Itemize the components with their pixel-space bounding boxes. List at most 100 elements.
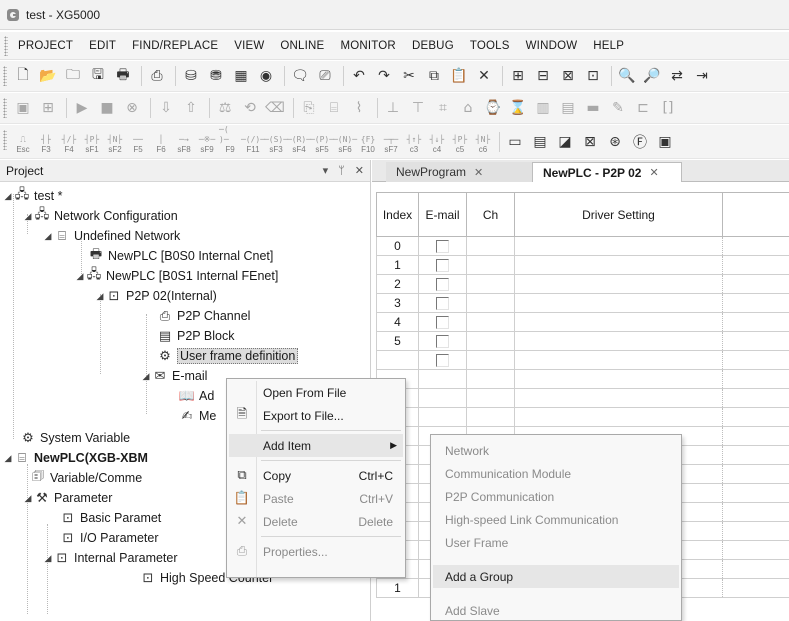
expand-arrow-icon[interactable]: ◢	[94, 291, 106, 302]
email-checkbox[interactable]	[436, 316, 449, 330]
close-project-icon[interactable]: 🗀	[62, 65, 84, 87]
fkey-f4[interactable]: ┤/├ F4	[58, 129, 80, 155]
submenu-item-p2p-communication[interactable]: P2P Communication	[433, 485, 679, 508]
view-icon-3[interactable]: ◪	[554, 131, 576, 153]
ladder-view-icon[interactable]: ⊥	[382, 97, 404, 119]
toolbar-grip[interactable]	[3, 66, 7, 86]
menu-item-delete[interactable]: ✕ Delete Delete	[229, 510, 403, 533]
tree-item-message[interactable]: ✍ Me	[179, 406, 217, 426]
menu-monitor[interactable]: MONITOR	[340, 40, 396, 52]
insert-column-icon[interactable]: ⊠	[557, 65, 579, 87]
cut-icon[interactable]: ✂	[398, 65, 420, 87]
save-icon[interactable]: 🖫	[87, 65, 109, 87]
menu-item-add-item[interactable]: Add Item ▶	[229, 434, 403, 457]
read-icon[interactable]: ⇩	[155, 97, 177, 119]
fkey-c4[interactable]: ┤↓├ c4	[426, 129, 448, 155]
menu-item-properties[interactable]: ⎙ Properties...	[229, 540, 403, 563]
driver-setting-cell[interactable]	[514, 255, 723, 275]
find-next-icon[interactable]: 🔎	[641, 65, 663, 87]
plc-icon[interactable]: ▦	[230, 65, 252, 87]
timer-icon[interactable]: ⌚	[482, 97, 504, 119]
device-view-icon[interactable]: ⊞	[37, 97, 59, 119]
driver-setting-cell[interactable]	[514, 312, 723, 332]
channel-cell[interactable]	[466, 274, 515, 294]
tree-item-fenet[interactable]: ◢ 🖧 NewPLC [B0S1 Internal FEnet]	[74, 266, 279, 286]
channel-cell[interactable]	[466, 369, 515, 389]
tab-newplc-p2p02[interactable]: NewPLC - P2P 02 ✕	[532, 162, 682, 182]
tree-item-io-parameter[interactable]: ⊡ I/O Parameter	[60, 528, 159, 548]
delete-icon[interactable]: ✕	[473, 65, 495, 87]
tab-close-icon[interactable]: ✕	[649, 166, 658, 179]
pause-mode-icon[interactable]: ⊗	[121, 97, 143, 119]
expand-arrow-icon[interactable]: ◢	[140, 371, 152, 382]
system-monitor-icon[interactable]: ⌸	[323, 97, 345, 119]
copy-icon[interactable]: ⧉	[423, 65, 445, 87]
tree-item-p2p-block[interactable]: ▤ P2P Block	[157, 326, 235, 346]
extra-cell[interactable]	[722, 293, 789, 313]
toolbar-grip[interactable]	[3, 98, 7, 118]
variable-view-icon[interactable]: ▣	[12, 97, 34, 119]
trend-monitor-icon[interactable]: ⌇	[348, 97, 370, 119]
email-checkbox[interactable]	[436, 278, 449, 292]
open-project-icon[interactable]: 📂	[37, 65, 59, 87]
menu-item-export-to-file[interactable]: 🗎 Export to File...	[229, 404, 403, 427]
submenu-item-high-speed-link[interactable]: High-speed Link Communication	[433, 508, 679, 531]
extra-cell[interactable]	[722, 369, 789, 389]
view-icon-1[interactable]: ▭	[504, 131, 526, 153]
channel-cell[interactable]	[466, 331, 515, 351]
tree-item-system-variable[interactable]: ⚙ System Variable	[20, 428, 130, 448]
menu-item-copy[interactable]: ⧉ Copy Ctrl+C	[229, 464, 403, 487]
submenu-item-network[interactable]: Network	[433, 439, 679, 462]
comment-icon[interactable]: 🗨	[289, 65, 311, 87]
stop-mode-icon[interactable]: ■	[96, 97, 118, 119]
channel-cell[interactable]	[466, 236, 515, 256]
tree-item-network-configuration[interactable]: ◢ 🖧 Network Configuration	[22, 206, 178, 226]
graph-icon[interactable]: ▤	[557, 97, 579, 119]
extra-cell[interactable]	[722, 464, 789, 484]
channel-cell[interactable]	[466, 293, 515, 313]
io-info-icon[interactable]: ⎘	[298, 97, 320, 119]
fkey-c6[interactable]: ┤N├ c6	[472, 129, 494, 155]
write-icon[interactable]: ⇧	[180, 97, 202, 119]
menu-view[interactable]: VIEW	[234, 40, 264, 52]
fkey-sf9[interactable]: ─※─ sF9	[196, 129, 218, 155]
extra-cell[interactable]	[722, 578, 789, 598]
menu-item-open-from-file[interactable]: Open From File	[229, 381, 403, 404]
print-icon[interactable]: 🖶	[112, 65, 134, 87]
email-checkbox[interactable]	[436, 240, 449, 254]
fkey-sf6[interactable]: ─(N)─ sF6	[333, 129, 357, 155]
monitor-icon[interactable]: ⎚	[314, 65, 336, 87]
menubar-grip[interactable]	[4, 36, 8, 56]
tab-close-icon[interactable]: ✕	[474, 166, 483, 179]
submenu-item-add-a-group[interactable]: Add a Group	[433, 565, 679, 588]
fkey-c5[interactable]: ┤P├ c5	[449, 129, 471, 155]
extra-cell[interactable]	[722, 502, 789, 522]
expand-arrow-icon[interactable]: ◢	[42, 553, 54, 564]
il-view-icon[interactable]: ⊤	[407, 97, 429, 119]
trigger-icon[interactable]: ▬	[582, 97, 604, 119]
extra-cell[interactable]	[722, 331, 789, 351]
driver-setting-cell[interactable]	[514, 407, 723, 427]
submenu-item-add-slave[interactable]: Add Slave	[433, 599, 679, 621]
driver-setting-cell[interactable]	[514, 350, 723, 370]
channel-cell[interactable]	[466, 388, 515, 408]
function-icon[interactable]: Ⓕ	[629, 131, 651, 153]
view-icon-5[interactable]: ⊛	[604, 131, 626, 153]
menu-help[interactable]: HELP	[593, 40, 624, 52]
fkey-sf1[interactable]: ┤P├ sF1	[81, 129, 103, 155]
run-mode-icon[interactable]: ▶	[71, 97, 93, 119]
tree-item-plc[interactable]: ◢ ⌸ NewPLC(XGB-XBM	[2, 448, 148, 468]
extra-cell[interactable]	[722, 255, 789, 275]
delete-column-icon[interactable]: ⊡	[582, 65, 604, 87]
tree-item-variable-comment[interactable]: 🗊 Variable/Comme	[30, 468, 142, 488]
redo-icon[interactable]: ↷	[373, 65, 395, 87]
tree-item-project[interactable]: ◢ 🖧 test *	[2, 186, 63, 206]
tree-item-parameter[interactable]: ◢ ⚒ Parameter	[22, 488, 113, 508]
disconnect-icon[interactable]: ⛃	[205, 65, 227, 87]
extra-cell[interactable]	[722, 388, 789, 408]
insert-row-icon[interactable]: ⊞	[507, 65, 529, 87]
driver-setting-cell[interactable]	[514, 369, 723, 389]
fkey-f9[interactable]: ─( )─ F9	[219, 125, 241, 155]
fkey-f5[interactable]: ── F5	[127, 129, 149, 155]
expand-arrow-icon[interactable]: ◢	[74, 271, 86, 282]
